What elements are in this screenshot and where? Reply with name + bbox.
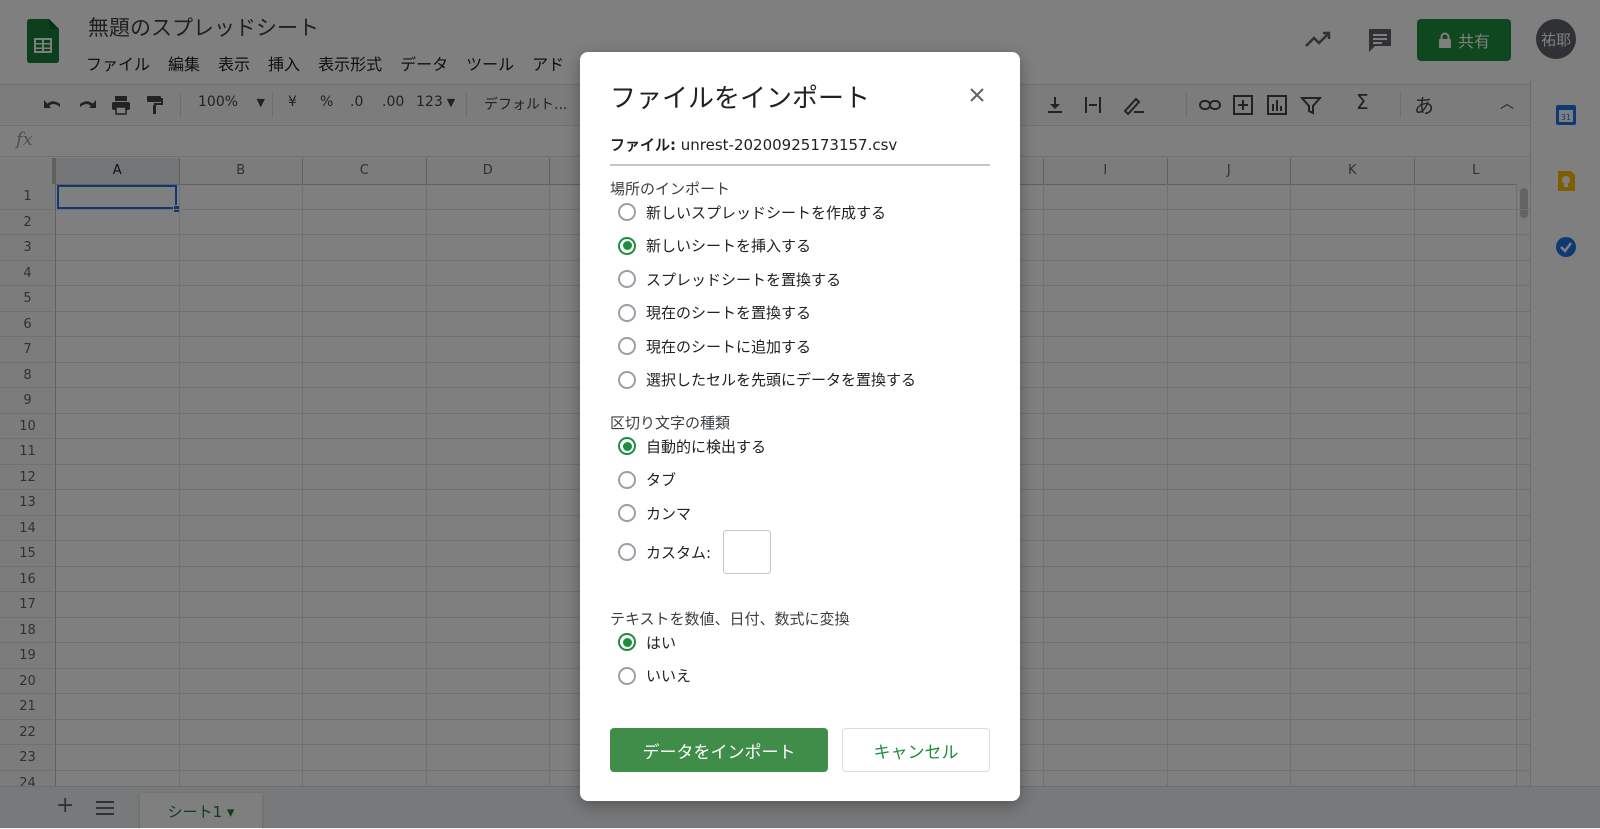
radio-label: タブ	[646, 471, 677, 489]
radio-circle	[618, 666, 636, 685]
radio-circle	[618, 470, 636, 489]
dialog-title: ファイルをインポート	[610, 84, 871, 114]
radio-option[interactable]: 自動的に検出する	[618, 434, 766, 458]
radio-separator-custom[interactable]: カスタム:	[618, 530, 772, 574]
convert-text-label: テキストを数値、日付、数式に変換	[610, 610, 850, 628]
close-icon	[970, 88, 984, 102]
radio-option[interactable]: 新しいスプレッドシートを作成する	[618, 200, 886, 224]
close-button[interactable]	[962, 80, 992, 110]
sheets-app: 無題のスプレッドシート ファイル 編集 表示 挿入 表示形式 データ ツール ア…	[0, 0, 1600, 829]
radio-option[interactable]: いいえ	[618, 664, 691, 688]
import-data-button[interactable]: データをインポート	[610, 728, 828, 772]
radio-circle	[618, 504, 636, 522]
radio-label: はい	[646, 633, 677, 652]
radio-option[interactable]: 現在のシートを置換する	[618, 301, 811, 325]
import-file-dialog: ファイルをインポート ファイル: unrest-20200925173157.c…	[580, 52, 1020, 801]
radio-circle	[618, 203, 636, 221]
custom-separator-input[interactable]	[723, 530, 772, 574]
import-location-label: 場所のインポート	[610, 180, 731, 198]
radio-circle	[618, 270, 636, 288]
cancel-button[interactable]: キャンセル	[842, 728, 990, 772]
radio-selected	[618, 437, 636, 455]
radio-selected	[618, 633, 636, 651]
radio-option[interactable]: 新しいシートを挿入する	[618, 234, 811, 258]
radio-label: 自動的に検出する	[646, 437, 767, 456]
file-info: ファイル: unrest-20200925173157.csv	[610, 134, 990, 166]
radio-label: 現在のシートを置換する	[646, 304, 812, 322]
radio-label: スプレッドシートを置換する	[646, 270, 842, 289]
radio-label: 新しいシートを挿入する	[646, 237, 812, 255]
file-name: unrest-20200925173157.csv	[680, 136, 898, 154]
radio-selected	[618, 236, 636, 255]
radio-circle	[618, 303, 636, 322]
separator-type-label: 区切り文字の種類	[610, 414, 731, 432]
radio-circle	[618, 337, 636, 355]
radio-option[interactable]: カンマ	[618, 501, 691, 525]
radio-option[interactable]: タブ	[618, 468, 676, 492]
radio-option[interactable]: 現在のシートに追加する	[618, 334, 811, 358]
radio-option[interactable]: スプレッドシートを置換する	[618, 267, 841, 291]
radio-label: カンマ	[646, 504, 692, 523]
custom-label: カスタム:	[646, 543, 712, 562]
radio-label: 選択したセルを先頭にデータを置換する	[646, 371, 917, 389]
radio-label: いいえ	[646, 667, 692, 685]
radio-option[interactable]: はい	[618, 630, 676, 654]
radio-circle	[618, 543, 636, 561]
radio-label: 新しいスプレッドシートを作成する	[646, 203, 887, 222]
radio-option[interactable]: 選択したセルを先頭にデータを置換する	[618, 368, 916, 392]
radio-label: 現在のシートに追加する	[646, 337, 812, 356]
file-label: ファイル:	[610, 136, 676, 154]
radio-circle	[618, 370, 636, 389]
